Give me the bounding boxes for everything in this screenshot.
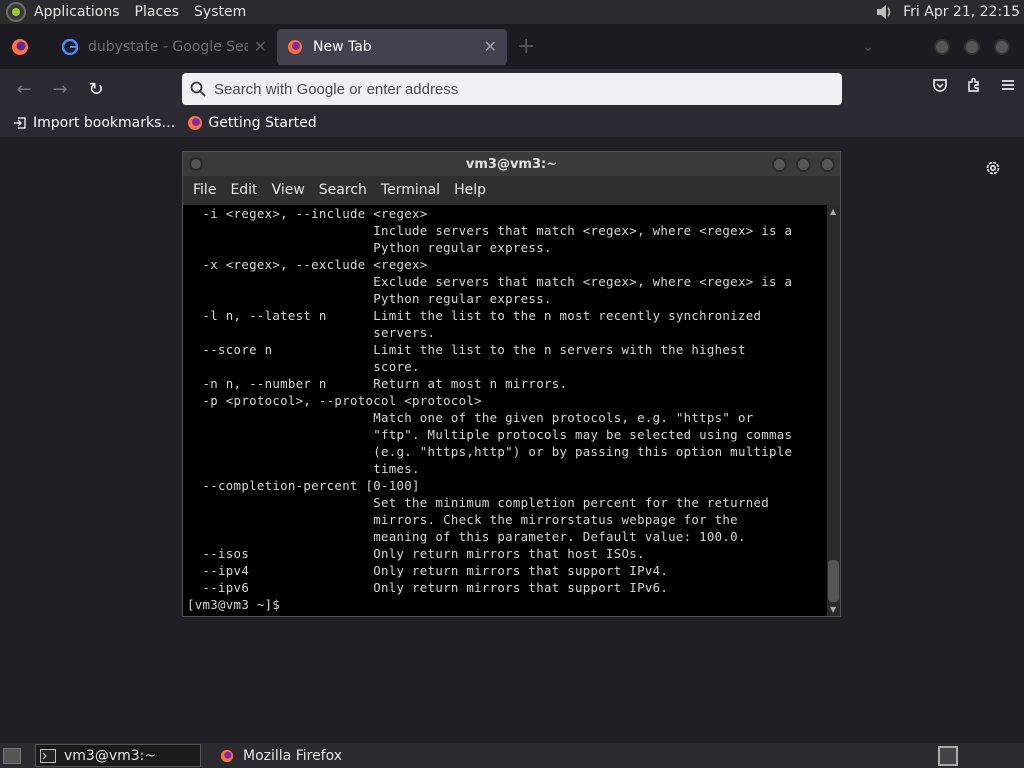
chevron-down-icon[interactable]: ⌄ — [862, 39, 874, 55]
terminal-line: score. — [187, 359, 420, 374]
bookmark-getting-started[interactable]: Getting Started — [187, 115, 317, 131]
new-tab-button[interactable]: + — [517, 34, 535, 59]
applications-menu[interactable]: Applications — [34, 4, 120, 20]
task-label: Mozilla Firefox — [243, 747, 343, 764]
window-controls — [934, 38, 1010, 55]
close-icon[interactable]: ✕ — [254, 37, 267, 56]
terminal-line: (e.g. "https,http") or by passing this o… — [187, 444, 793, 459]
bookmark-label: Getting Started — [208, 115, 317, 131]
show-desktop-icon[interactable] — [3, 747, 21, 764]
forward-button[interactable]: → — [42, 79, 78, 100]
google-icon — [62, 38, 78, 55]
terminal-line: --ipv4 Only return mirrors that support … — [187, 563, 669, 578]
terminal-titlebar[interactable]: vm3@vm3:~ — [183, 152, 840, 176]
firefox-icon — [188, 116, 203, 130]
terminal-line: Match one of the given protocols, e.g. "… — [187, 410, 754, 425]
menu-help[interactable]: Help — [454, 182, 486, 198]
back-button[interactable]: ← — [6, 79, 42, 100]
firefox-icon — [220, 749, 234, 762]
menu-file[interactable]: File — [193, 182, 216, 198]
clock[interactable]: Fri Apr 21, 22:15 — [903, 4, 1020, 20]
tab-google-search[interactable]: dubystate - Google Search ✕ — [52, 29, 277, 65]
task-label: vm3@vm3:~ — [64, 747, 157, 764]
terminal-text: -i <regex>, --include <regex> Include se… — [183, 205, 828, 613]
bookmarks-bar: Import bookmarks… Getting Started — [0, 109, 1024, 137]
terminal-line: -x <regex>, --exclude <regex> — [187, 257, 428, 272]
terminal-line: Python regular express. — [187, 291, 552, 306]
tab-label: New Tab — [313, 38, 372, 55]
terminal-line: --ipv6 Only return mirrors that support … — [187, 580, 669, 595]
bottom-panel: vm3@vm3:~ Mozilla Firefox — [0, 743, 1024, 768]
bookmark-import[interactable]: Import bookmarks… — [12, 115, 175, 131]
minimize-button[interactable] — [772, 156, 787, 172]
places-menu[interactable]: Places — [135, 4, 180, 20]
workspace-switcher[interactable] — [938, 745, 958, 766]
taskbar-firefox[interactable]: Mozilla Firefox — [215, 744, 342, 767]
terminal-icon — [40, 748, 56, 763]
terminal-line: times. — [187, 461, 420, 476]
menu-icon[interactable] — [1000, 77, 1016, 93]
address-input[interactable] — [214, 80, 814, 98]
search-icon — [190, 81, 206, 97]
terminal-line: -p <protocol>, --protocol <protocol> — [187, 393, 482, 408]
tab-strip: dubystate - Google Search ✕ New Tab ✕ + … — [0, 24, 1024, 69]
system-menu[interactable]: System — [194, 4, 246, 20]
panel-right-area: Fri Apr 21, 22:15 — [875, 3, 1020, 21]
menu-view[interactable]: View — [272, 182, 305, 198]
terminal-line: meaning of this parameter. Default value… — [187, 529, 746, 544]
tab-label: dubystate - Google Search — [88, 38, 248, 55]
top-panel: Applications Places System Fri Apr 21, 2… — [0, 0, 1024, 24]
terminal-title: vm3@vm3:~ — [465, 156, 558, 172]
nav-bar: ← → ↻ — [0, 69, 1024, 109]
firefox-icon — [288, 39, 302, 54]
scroll-down-icon[interactable]: ▼ — [830, 605, 836, 614]
terminal-output[interactable]: -i <regex>, --include <regex> Include se… — [183, 205, 828, 616]
close-icon[interactable]: ✕ — [484, 37, 497, 56]
extensions-icon[interactable] — [966, 77, 982, 93]
terminal-window: vm3@vm3:~ File Edit View Search Terminal… — [182, 151, 841, 617]
terminal-line: servers. — [187, 325, 436, 340]
terminal-line: Exclude servers that match <regex>, wher… — [187, 274, 793, 289]
gear-icon[interactable] — [984, 159, 1002, 177]
menu-edit[interactable]: Edit — [230, 182, 257, 198]
menu-terminal[interactable]: Terminal — [381, 182, 440, 198]
terminal-line: mirrors. Check the mirrorstatus webpage … — [187, 512, 738, 527]
terminal-scrollbar[interactable]: ▲ ▼ — [827, 205, 840, 616]
import-icon — [14, 117, 26, 129]
taskbar-terminal[interactable]: vm3@vm3:~ — [35, 744, 201, 767]
terminal-line: -i <regex>, --include <regex> — [187, 206, 428, 221]
scrollbar-thumb[interactable] — [828, 560, 839, 602]
terminal-window-controls — [772, 156, 835, 172]
gnome-foot-icon[interactable] — [6, 2, 26, 22]
minimize-button[interactable] — [934, 38, 950, 55]
tab-new-tab[interactable]: New Tab ✕ — [277, 28, 507, 65]
url-bar[interactable] — [182, 73, 842, 105]
terminal-line: Python regular express. — [187, 240, 552, 255]
terminal-line: -l n, --latest n Limit the list to the n… — [187, 308, 762, 323]
volume-icon[interactable] — [875, 3, 893, 21]
toolbar-right — [932, 77, 1016, 93]
terminal-line: --isos Only return mirrors that host ISO… — [187, 546, 645, 561]
terminal-line: -n n, --number n Return at most n mirror… — [187, 376, 568, 391]
terminal-line: --completion-percent [0-100] — [187, 478, 420, 493]
close-window-button[interactable] — [994, 38, 1010, 55]
terminal-prompt: [vm3@vm3 ~]$ — [187, 597, 288, 612]
bookmark-label: Import bookmarks… — [33, 115, 176, 131]
pocket-icon[interactable] — [932, 77, 948, 93]
terminal-line: --score n Limit the list to the n server… — [187, 342, 746, 357]
terminal-line: Include servers that match <regex>, wher… — [187, 223, 793, 238]
terminal-line: "ftp". Multiple protocols may be selecte… — [187, 427, 793, 442]
maximize-button[interactable] — [964, 38, 980, 55]
terminal-line: Set the minimum completion percent for t… — [187, 495, 769, 510]
firefox-view-icon[interactable] — [10, 37, 30, 57]
scroll-up-icon[interactable]: ▲ — [830, 207, 836, 216]
menu-search[interactable]: Search — [319, 182, 367, 198]
maximize-button[interactable] — [796, 156, 811, 172]
terminal-menubar: File Edit View Search Terminal Help — [183, 176, 840, 204]
reload-button[interactable]: ↻ — [78, 79, 114, 100]
close-window-button[interactable] — [820, 156, 835, 172]
